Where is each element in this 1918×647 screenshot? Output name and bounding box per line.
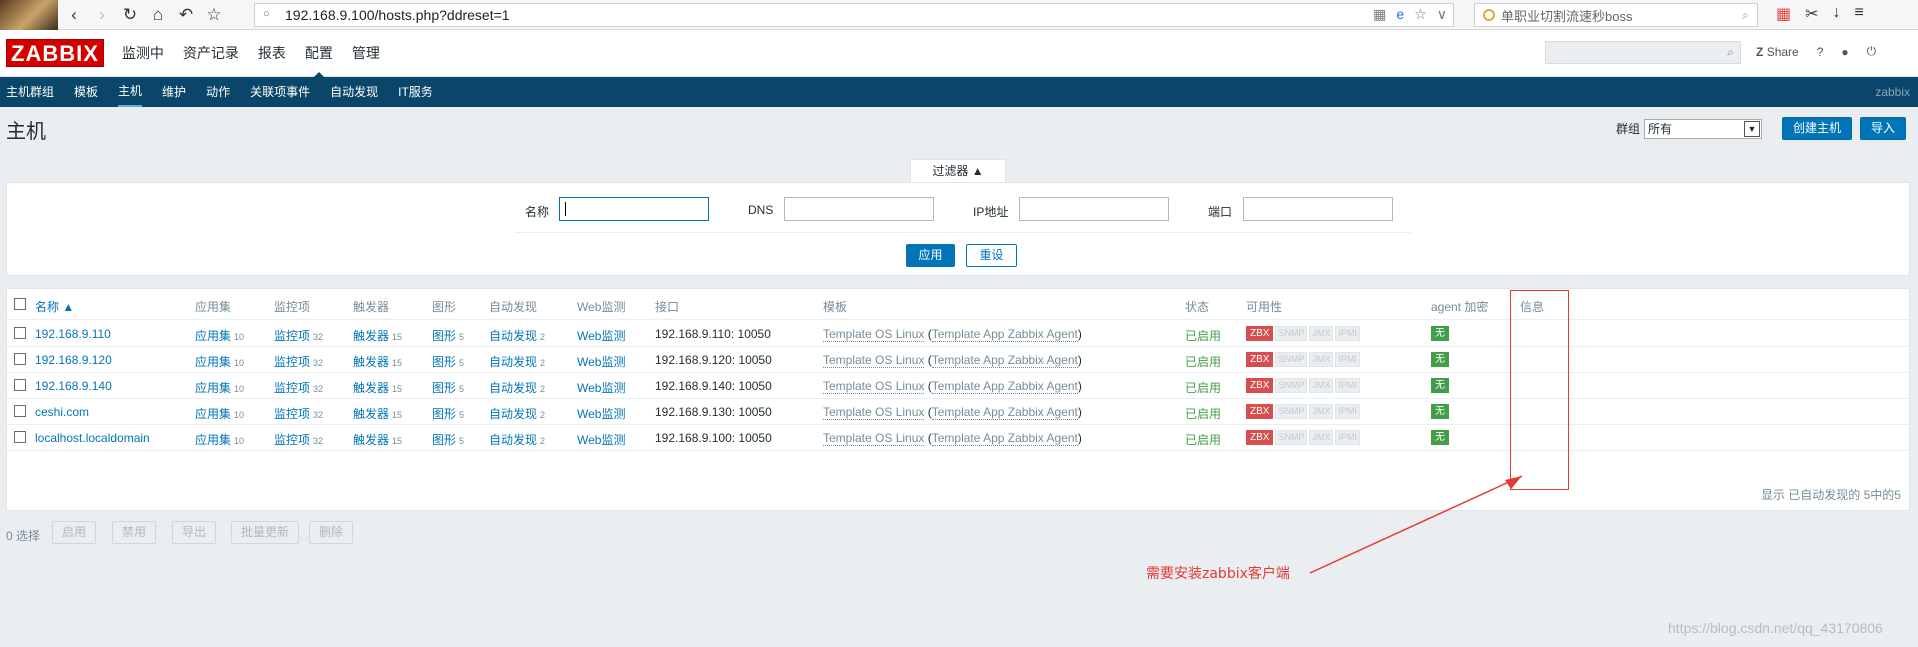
annotation-text: 需要安装zabbix客户端 (1146, 566, 1290, 582)
annotation-arrow (1309, 475, 1523, 574)
watermark: https://blog.csdn.net/qq_43170806 (1668, 620, 1883, 636)
